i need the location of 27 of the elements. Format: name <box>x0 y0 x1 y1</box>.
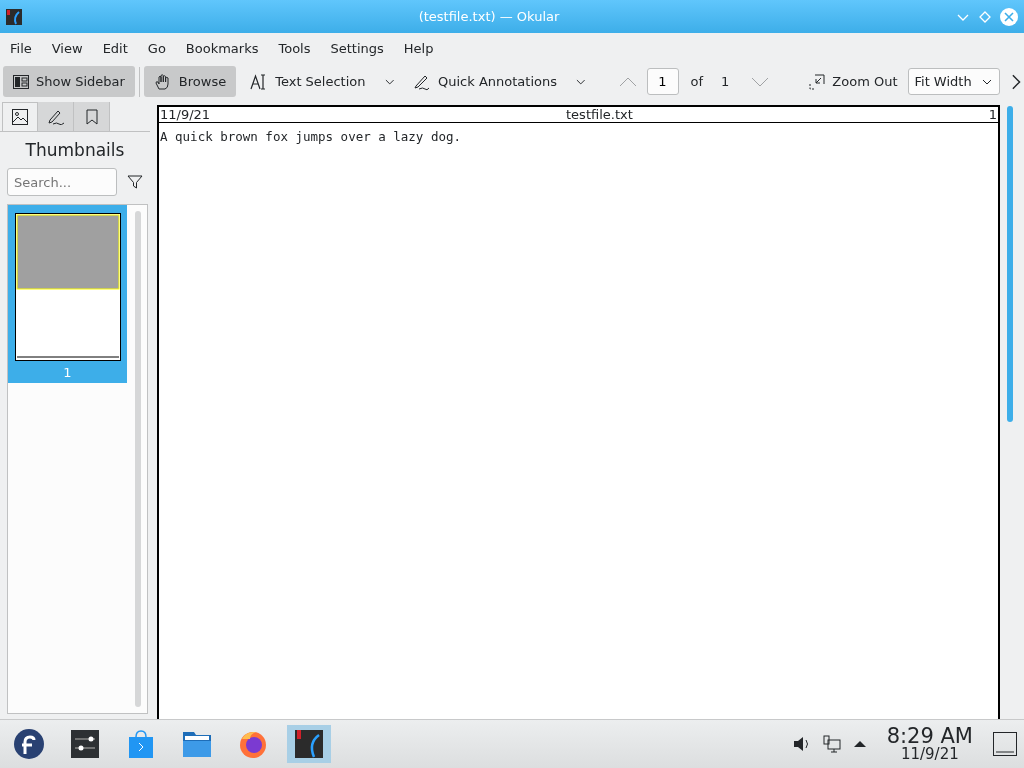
page-header-date: 11/9/21 <box>160 107 211 122</box>
menu-item[interactable]: File <box>2 40 40 56</box>
page-number-field[interactable]: 1 <box>646 68 679 95</box>
menu-item[interactable]: Help <box>395 40 442 56</box>
clock-time[interactable]: 8:29 AM <box>886 726 973 747</box>
page-header-number: 1 <box>988 107 997 122</box>
menu-item[interactable]: Go <box>139 40 174 56</box>
menu-item[interactable]: Settings <box>322 40 392 56</box>
text-selection-button[interactable]: Text Selection <box>240 66 376 97</box>
menu-item[interactable]: Edit <box>94 40 136 56</box>
show-sidebar-button[interactable]: Show Sidebar <box>3 66 135 97</box>
menu-item[interactable]: Bookmarks <box>177 40 267 56</box>
document-text: A quick brown fox jumps over a lazy dog. <box>159 128 463 144</box>
page-header-title: testfile.txt <box>566 107 633 122</box>
browse-button[interactable]: Browse <box>143 66 237 97</box>
page-of-label: of <box>690 74 704 89</box>
page-number-label: 1 <box>63 365 72 380</box>
zoom-mode-dropdown[interactable]: Fit Width <box>907 68 1000 95</box>
clock-date[interactable]: 11/9/21 <box>900 747 959 762</box>
search-field[interactable]: Search... <box>7 168 117 196</box>
zoom-out-button[interactable]: Zoom Out <box>803 66 904 97</box>
window-title: (testfile.txt) — Okular <box>417 9 561 24</box>
sidebar-title: Thumbnails <box>24 140 126 160</box>
page-total: 1 <box>721 74 730 89</box>
quick-annotations-button[interactable]: Quick Annotations <box>403 66 567 97</box>
menu-item[interactable]: Tools <box>270 40 319 56</box>
menu-item[interactable]: View <box>43 40 91 56</box>
